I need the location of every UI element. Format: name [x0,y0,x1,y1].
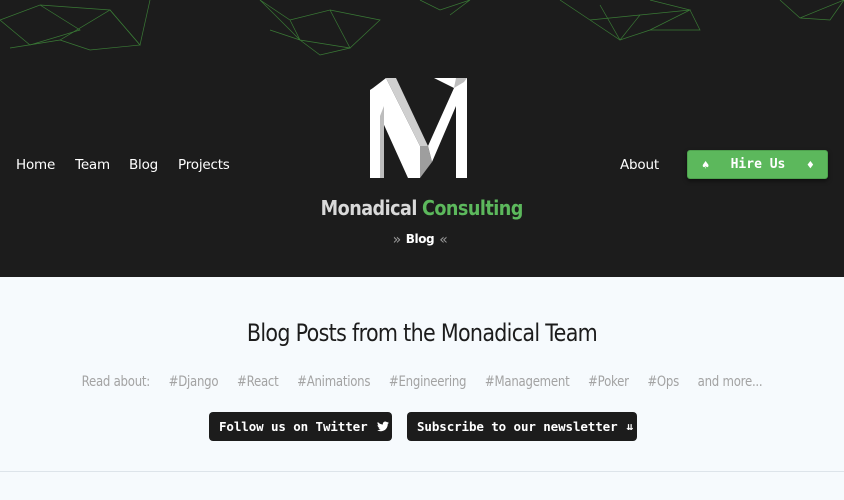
tag-django[interactable]: #Django [169,374,219,390]
subscribe-newsletter-label: Subscribe to our newsletter [417,419,618,434]
nav-about[interactable]: About [620,157,659,173]
twitter-bird-icon [376,421,389,432]
hire-us-button[interactable]: ♠ Hire Us ♦ [687,150,828,179]
brand-part-1: Monadical [320,196,418,220]
page-title: Blog Posts from the Monadical Team [246,319,598,347]
tag-management[interactable]: #Management [485,374,570,390]
section-divider [0,471,844,472]
monadical-logo[interactable] [368,76,472,180]
brand-name: Monadical Consulting [50,196,793,220]
tag-list: Read about: #Django #React #Animations #… [68,374,777,390]
nav-team[interactable]: Team [75,157,110,173]
follow-twitter-label: Follow us on Twitter [219,419,368,434]
blog-intro: Blog Posts from the Monadical Team Read … [0,277,844,500]
double-chevron-left-icon: « [439,232,448,248]
spade-icon: ♠ [702,157,710,172]
tag-react[interactable]: #React [237,374,279,390]
subscribe-newsletter-button[interactable]: Subscribe to our newsletter ⇊ [407,412,637,441]
site-header: Home Team Blog Projects About ♠ Hire Us … [0,0,844,277]
diamond-icon: ♦ [806,157,814,172]
tag-animations[interactable]: #Animations [297,374,370,390]
network-mesh-decoration [0,0,844,56]
hire-us-label: Hire Us [730,157,786,172]
breadcrumb: » Blog « [0,231,840,248]
double-chevron-right-icon: » [392,232,402,248]
brand-part-2: Consulting [421,196,523,220]
main-nav: Home Team Blog Projects [16,157,250,173]
read-about-label: Read about: [81,374,151,390]
double-chevron-down-icon: ⇊ [626,420,634,433]
tag-poker[interactable]: #Poker [588,374,629,390]
follow-twitter-button[interactable]: Follow us on Twitter [209,412,392,441]
nav-blog[interactable]: Blog [129,157,158,173]
tag-ops[interactable]: #Ops [647,374,679,390]
tag-engineering[interactable]: #Engineering [389,374,467,390]
breadcrumb-current: Blog [405,232,435,246]
tag-more[interactable]: and more... [698,374,763,390]
nav-projects[interactable]: Projects [178,157,230,173]
nav-home[interactable]: Home [16,157,55,173]
